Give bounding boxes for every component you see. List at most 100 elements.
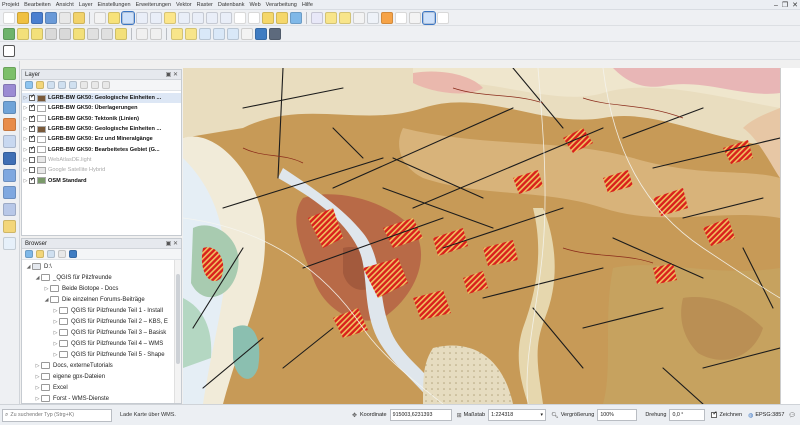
- locator-search[interactable]: ⌕: [2, 408, 112, 422]
- new-3d-view-icon[interactable]: [248, 11, 260, 24]
- collapse-browser-icon[interactable]: [58, 250, 66, 258]
- properties-icon[interactable]: [69, 250, 77, 258]
- text-annotation-icon[interactable]: [437, 11, 449, 24]
- menu-item-verarbeitung[interactable]: Verarbeitung: [266, 0, 297, 10]
- scrollbar-thumb[interactable]: [176, 274, 180, 364]
- zoom-out-icon[interactable]: [136, 11, 148, 24]
- layer-visibility-checkbox[interactable]: [29, 176, 35, 184]
- expand-icon[interactable]: ▷: [52, 330, 59, 336]
- crs-label[interactable]: EPSG:3857: [755, 412, 784, 418]
- zoom-native-icon[interactable]: [192, 11, 204, 24]
- browser-tree-item[interactable]: ▷ QGIS für Pilzfreunde Teil 3 – Basisk: [22, 327, 181, 338]
- plugin-icon[interactable]: [269, 27, 281, 40]
- browser-tree-item[interactable]: ▷ Docs, externeTutorials: [22, 360, 181, 371]
- layer-row[interactable]: ▷ LGRB-BW GK50: Geologische Einheiten ...: [22, 124, 181, 134]
- expand-icon[interactable]: ▷: [52, 319, 59, 325]
- style-manager-icon[interactable]: [25, 81, 33, 89]
- browser-tree-item[interactable]: ▷ Beide Biotope - Docs: [22, 283, 181, 294]
- zoom-full-icon[interactable]: [150, 11, 162, 24]
- delete-selected-icon[interactable]: [73, 27, 85, 40]
- expand-icon[interactable]: ▷: [52, 341, 59, 347]
- expand-icon[interactable]: ▷: [22, 167, 29, 173]
- undo-icon[interactable]: [136, 27, 148, 40]
- layer-visibility-checkbox[interactable]: [29, 156, 35, 163]
- menu-item-erweiterungen[interactable]: Erweiterungen: [136, 0, 171, 10]
- digitize-icon[interactable]: [45, 27, 57, 40]
- browser-scrollbar[interactable]: [174, 260, 181, 403]
- map-canvas[interactable]: [183, 68, 780, 404]
- refresh-browser-icon[interactable]: [25, 250, 33, 258]
- zoom-next-icon[interactable]: [220, 11, 232, 24]
- redo-icon[interactable]: [150, 27, 162, 40]
- expand-all-icon[interactable]: [80, 81, 88, 89]
- print-layout-icon[interactable]: [59, 11, 71, 24]
- identify-icon[interactable]: [311, 11, 323, 24]
- add-spatialite-icon[interactable]: [3, 135, 16, 148]
- mouse-coords-icon[interactable]: ✥: [352, 412, 357, 419]
- menu-item-einstellungen[interactable]: Einstellungen: [98, 0, 131, 10]
- vertex-tool-icon[interactable]: [59, 27, 71, 40]
- add-delimited-text-icon[interactable]: [3, 118, 16, 131]
- save-as-icon[interactable]: [45, 11, 57, 24]
- expand-icon[interactable]: ◢: [34, 275, 41, 281]
- close-button[interactable]: ✕: [792, 1, 798, 9]
- layer-visibility-checkbox[interactable]: [29, 145, 35, 153]
- zoom-in-icon[interactable]: [121, 10, 135, 25]
- browser-tree-item[interactable]: ▷ QGIS für Pilzfreunde Teil 2 – KBS, E: [22, 316, 181, 327]
- add-virtual-layer-icon[interactable]: [3, 203, 16, 216]
- add-postgis-icon[interactable]: [3, 152, 16, 165]
- menu-item-datenbank[interactable]: Datenbank: [218, 0, 245, 10]
- add-wms-icon[interactable]: [3, 169, 16, 182]
- pin-labels-icon[interactable]: [185, 27, 197, 40]
- browser-tree-item[interactable]: ▷ QGIS für Pilzfreunde Teil 5 - Shape: [22, 349, 181, 360]
- browser-tree-item[interactable]: ▷ QGIS für Pilzfreunde Teil 1 - Install: [22, 305, 181, 316]
- expand-icon[interactable]: ▷: [22, 116, 29, 122]
- collapse-all-icon[interactable]: [91, 81, 99, 89]
- menu-item-vektor[interactable]: Vektor: [176, 0, 192, 10]
- select-by-value-icon[interactable]: [339, 11, 351, 24]
- menu-item-bearbeiten[interactable]: Bearbeiten: [24, 0, 51, 10]
- layer-stats-icon[interactable]: [3, 27, 15, 40]
- paste-features-icon[interactable]: [115, 27, 127, 40]
- new-geopackage-icon[interactable]: [3, 237, 16, 250]
- add-mesh-layer-icon[interactable]: [3, 101, 16, 114]
- expand-icon[interactable]: ▷: [22, 157, 29, 163]
- pan-to-selection-icon[interactable]: [108, 11, 120, 24]
- select-features-icon[interactable]: [325, 11, 337, 24]
- bookmark-icon[interactable]: [262, 11, 274, 24]
- layer-visibility-checkbox[interactable]: [29, 167, 35, 174]
- expand-icon[interactable]: ▷: [34, 363, 41, 369]
- layer-row[interactable]: ▷ WebAtlasDE.light: [22, 155, 181, 165]
- expand-icon[interactable]: ◢: [43, 297, 50, 303]
- georeferencer-icon[interactable]: [3, 44, 15, 57]
- map-tips-icon[interactable]: [422, 10, 436, 25]
- layer-visibility-checkbox[interactable]: [29, 124, 35, 133]
- rotate-label-icon[interactable]: [227, 27, 239, 40]
- add-selected-layers-icon[interactable]: [36, 250, 44, 258]
- menu-item-web[interactable]: Web: [249, 0, 260, 10]
- label-icon[interactable]: [171, 27, 183, 40]
- filter-by-expression-icon[interactable]: [69, 81, 77, 89]
- field-calculator-icon[interactable]: [381, 11, 393, 24]
- add-wfs-icon[interactable]: [3, 186, 16, 199]
- rotation-field[interactable]: 0,0 °: [669, 409, 706, 421]
- layer-visibility-checkbox[interactable]: [29, 134, 35, 143]
- expand-icon[interactable]: ▷: [22, 136, 29, 142]
- layer-row[interactable]: ▷ LGRB-BW GK50: Geologische Einheiten ...: [22, 93, 181, 104]
- copy-features-icon[interactable]: [101, 27, 113, 40]
- expand-icon[interactable]: ▷: [52, 352, 59, 358]
- manage-visibility-icon[interactable]: [47, 81, 55, 89]
- layer-row[interactable]: ▷ LGRB-BW GK50: Überlagerungen: [22, 103, 181, 113]
- magnifier-lock-icon[interactable]: 🔍︎: [551, 412, 559, 419]
- maximize-button[interactable]: ❐: [782, 1, 788, 9]
- expand-icon[interactable]: ▷: [22, 178, 29, 184]
- layout-manager-icon[interactable]: [73, 11, 85, 24]
- layer-row[interactable]: ▷ LGRB-BW GK50: Erz und Mineralgänge: [22, 134, 181, 144]
- coordinate-field[interactable]: 915003,6231393: [389, 409, 452, 421]
- browser-tree-item[interactable]: ◢ D:\: [22, 261, 181, 272]
- change-label-icon[interactable]: [241, 27, 253, 40]
- layer-visibility-checkbox[interactable]: [29, 93, 35, 102]
- panel-float-close-icon[interactable]: ▣ ✕: [166, 240, 181, 247]
- add-raster-layer-icon[interactable]: [3, 84, 16, 97]
- python-console-icon[interactable]: [255, 27, 267, 40]
